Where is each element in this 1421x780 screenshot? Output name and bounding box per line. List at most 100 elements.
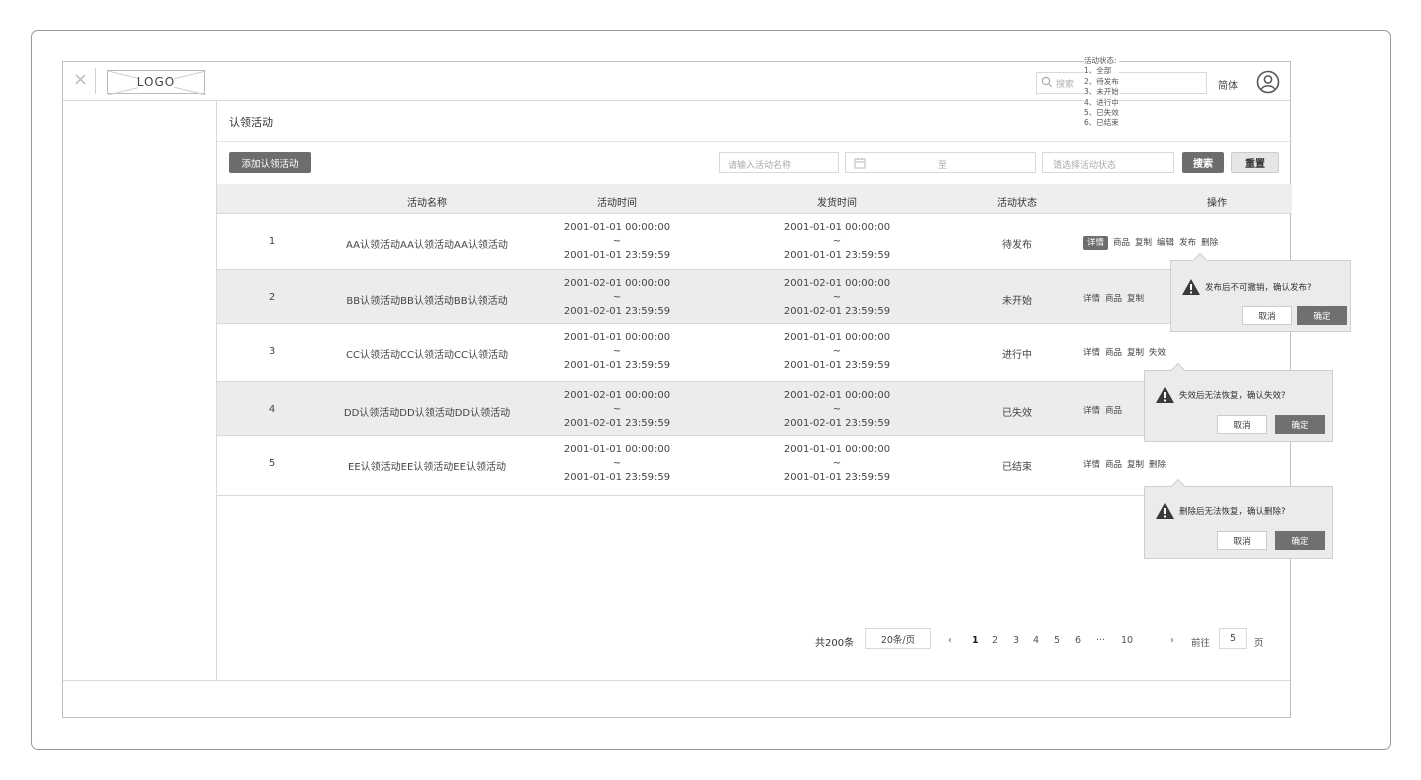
action-link[interactable]: 详情 [1083, 294, 1100, 304]
action-link[interactable]: 发布 [1179, 238, 1196, 248]
action-link[interactable]: 详情 [1083, 406, 1100, 416]
status-note-line: 5、已失效 [1084, 108, 1119, 118]
action-link[interactable]: 详情 [1083, 236, 1109, 250]
title-divider [217, 141, 1292, 142]
ship-time-start: 2001-01-01 00:00:00 [783, 444, 891, 455]
ship-time-start: 2001-01-01 00:00:00 [783, 332, 891, 343]
activity-table: 活动名称 活动时间 发货时间 活动状态 操作 1 AA认领活动AA认领活动AA认领… [217, 184, 1292, 496]
col-header-name: 活动名称 [407, 198, 447, 209]
status-note-line: 1、全部 [1084, 66, 1112, 76]
page-number[interactable]: 3 [1013, 635, 1019, 646]
action-link[interactable]: 详情 [1083, 460, 1100, 470]
action-link[interactable]: 商品 [1105, 460, 1122, 470]
ship-time-end: 2001-01-01 23:59:59 [783, 250, 891, 261]
action-link[interactable]: 失效 [1149, 348, 1166, 358]
col-header-actions: 操作 [1207, 198, 1227, 209]
date-range-picker[interactable]: 至 [845, 152, 1036, 173]
prev-page-button[interactable]: ‹ [948, 635, 952, 646]
row-index: 3 [268, 346, 276, 357]
delete-cancel-button[interactable]: 取消 [1217, 531, 1267, 550]
table-header: 活动名称 活动时间 发货时间 活动状态 操作 [217, 184, 1292, 214]
col-header-ship-time: 发货时间 [817, 198, 857, 209]
global-search-input[interactable]: 搜索 [1036, 72, 1207, 94]
page-number[interactable]: 5 [1054, 635, 1060, 646]
status-text: 待发布 [1002, 240, 1032, 251]
row-index: 2 [268, 292, 276, 303]
status-note-line: 2、待发布 [1084, 76, 1119, 86]
activity-time-tilde: ~ [612, 236, 622, 247]
next-page-button[interactable]: › [1170, 635, 1174, 646]
activity-name: BB认领活动BB认领活动BB认领活动 [346, 296, 508, 307]
activity-time-start: 2001-02-01 00:00:00 [563, 278, 671, 289]
page-number[interactable]: 2 [992, 635, 998, 646]
pagination-total: 共200条 [815, 638, 855, 649]
activity-time-end: 2001-02-01 23:59:59 [563, 418, 671, 429]
warning-icon [1182, 279, 1200, 295]
ship-time-end: 2001-01-01 23:59:59 [783, 472, 891, 483]
page-title: 认领活动 [229, 116, 273, 129]
top-bar: × LOGO 搜索 活动状态: 1、全部 2、待发布 3、未开始 4、进行中 5… [63, 56, 1290, 129]
warning-icon [1156, 503, 1174, 519]
action-link[interactable]: 复制 [1127, 294, 1144, 304]
status-note-line: 活动状态: [1084, 56, 1117, 65]
col-header-activity-time: 活动时间 [597, 198, 637, 209]
row-index: 4 [268, 404, 276, 415]
close-icon[interactable]: × [73, 69, 88, 90]
search-placeholder: 搜索 [1056, 80, 1075, 90]
activity-name: AA认领活动AA认领活动AA认领活动 [346, 240, 508, 251]
action-link[interactable]: 复制 [1127, 348, 1144, 358]
page-size-select[interactable]: 20条/页 [865, 628, 931, 649]
page-number[interactable]: 6 [1075, 635, 1081, 646]
language-switch[interactable]: 简体 [1218, 77, 1238, 92]
goto-page-input[interactable]: 5 [1219, 628, 1247, 649]
status-note-line: 6、已结束 [1084, 118, 1119, 128]
logo: LOGO [107, 70, 206, 95]
action-link[interactable]: 复制 [1135, 238, 1152, 248]
activity-time-start: 2001-01-01 00:00:00 [563, 332, 671, 343]
table-row: 1 AA认领活动AA认领活动AA认领活动 2001-01-01 00:00:00 ~2… [217, 214, 1292, 270]
page-number[interactable]: 4 [1033, 635, 1039, 646]
action-link[interactable]: 详情 [1083, 348, 1100, 358]
page-number[interactable]: 1 [972, 635, 979, 646]
row-index: 1 [268, 236, 276, 247]
activity-time-start: 2001-02-01 00:00:00 [563, 390, 671, 401]
reset-button[interactable]: 重置 [1231, 152, 1279, 173]
action-link[interactable]: 商品 [1105, 348, 1122, 358]
avatar-icon[interactable] [1256, 70, 1280, 94]
page-number[interactable]: 10 [1121, 635, 1133, 646]
action-link[interactable]: 删除 [1201, 238, 1218, 248]
action-link[interactable]: 商品 [1105, 406, 1122, 416]
row-index: 5 [268, 458, 276, 469]
activity-time-tilde: ~ [612, 404, 622, 415]
page-number[interactable]: ··· [1096, 635, 1105, 646]
publish-cancel-button[interactable]: 取消 [1242, 306, 1292, 325]
action-link[interactable]: 商品 [1113, 238, 1130, 248]
row-actions: 详情 商品 复制 删除 [1083, 458, 1171, 470]
table-row: 4 DD认领活动DD认领活动DD认领活动 2001-02-01 00:00:00 ~2… [217, 382, 1292, 436]
delete-ok-button[interactable]: 确定 [1275, 531, 1325, 550]
row-actions: 详情 商品 复制 编辑 发布 删除 [1083, 236, 1223, 250]
search-button[interactable]: 搜索 [1182, 152, 1224, 173]
status-note-line: 4、进行中 [1084, 97, 1119, 107]
invalidate-cancel-button[interactable]: 取消 [1217, 415, 1267, 434]
activity-name: CC认领活动CC认领活动CC认领活动 [346, 350, 508, 361]
calendar-icon [854, 158, 866, 169]
row-actions: 详情 商品 复制 [1083, 292, 1149, 304]
publish-ok-button[interactable]: 确定 [1297, 306, 1347, 325]
action-link[interactable]: 复制 [1127, 460, 1144, 470]
status-text: 进行中 [1002, 350, 1032, 361]
action-link[interactable]: 删除 [1149, 460, 1166, 470]
add-activity-button[interactable]: 添加认领活动 [229, 152, 311, 173]
activity-time-end: 2001-02-01 23:59:59 [563, 306, 671, 317]
date-range-separator: 至 [938, 161, 948, 171]
invalidate-confirm-text: 失效后无法恢复，确认失效? [1179, 391, 1286, 401]
action-link[interactable]: 商品 [1105, 294, 1122, 304]
ship-time-end: 2001-02-01 23:59:59 [783, 418, 891, 429]
activity-name-input[interactable]: 请输入活动名称 [719, 152, 839, 173]
ship-time-tilde: ~ [832, 292, 842, 303]
name-placeholder: 请输入活动名称 [728, 161, 792, 171]
invalidate-ok-button[interactable]: 确定 [1275, 415, 1325, 434]
activity-status-select[interactable]: 请选择活动状态 ﹀ [1042, 152, 1174, 173]
action-link[interactable]: 编辑 [1157, 238, 1174, 248]
publish-confirm-text: 发布后不可撤销，确认发布? [1205, 283, 1312, 293]
